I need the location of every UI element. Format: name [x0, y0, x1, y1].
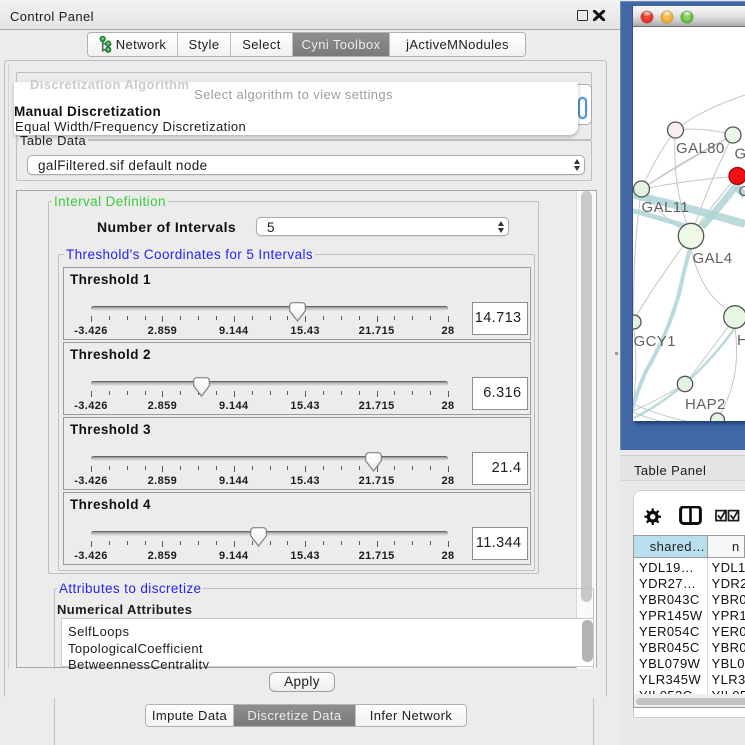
svg-text:C: C: [739, 183, 745, 200]
svg-text:GAL11: GAL11: [642, 199, 690, 216]
svg-text:GAL4: GAL4: [693, 250, 733, 267]
svg-text:GA: GA: [735, 146, 745, 163]
svg-text:GAL80: GAL80: [676, 140, 725, 157]
svg-text:HAP2: HAP2: [685, 396, 726, 413]
svg-text:GCY1: GCY1: [634, 333, 676, 350]
svg-text:H: H: [737, 332, 745, 349]
